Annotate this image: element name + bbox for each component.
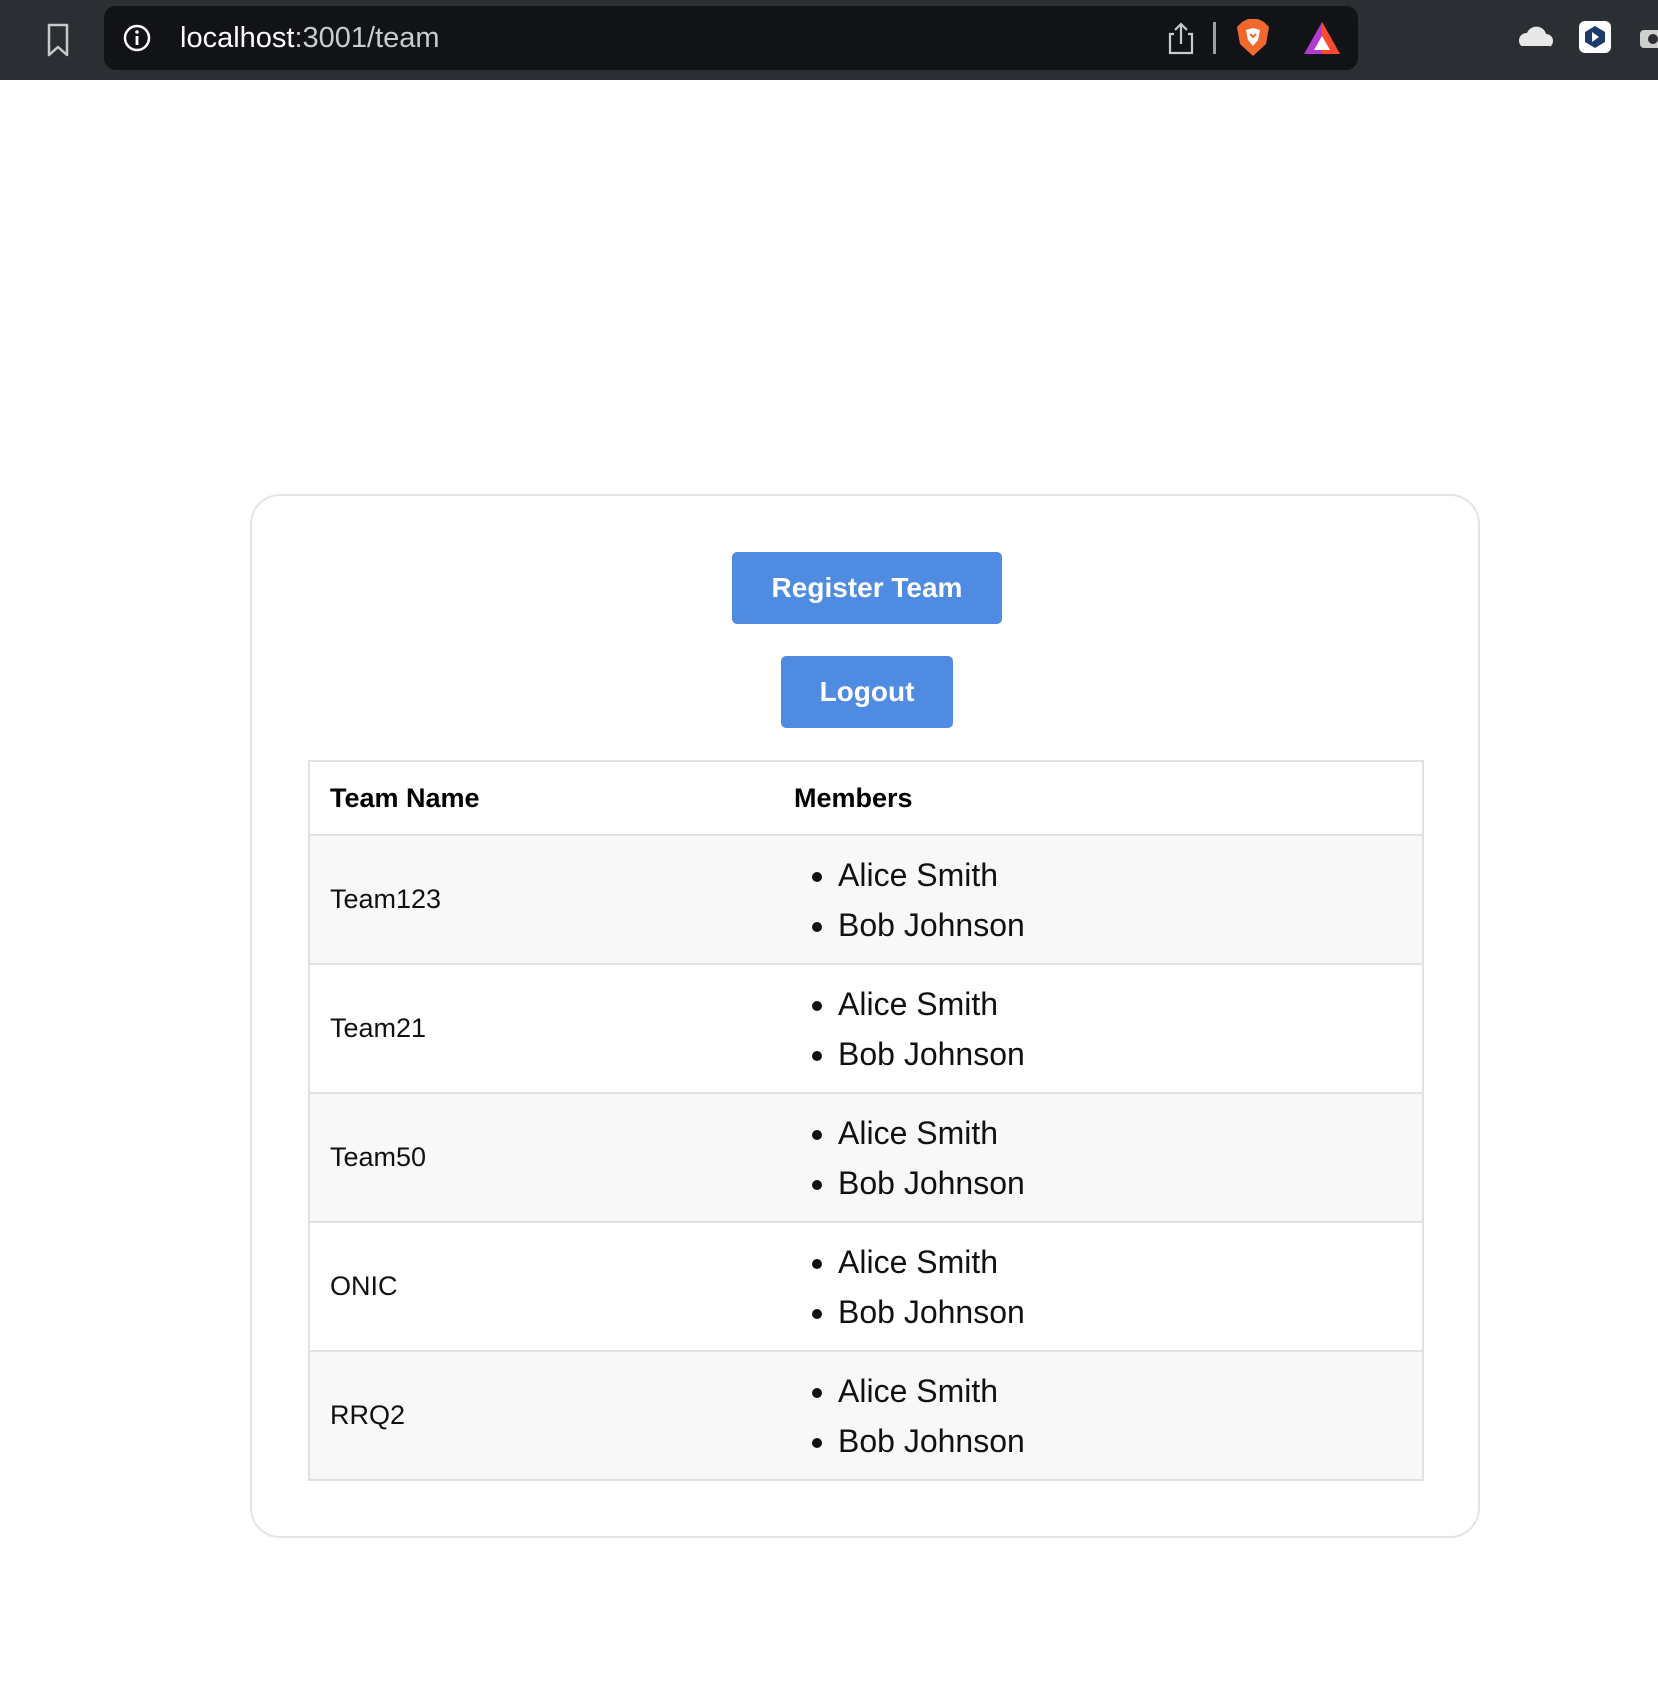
- table-row: Team50 Alice Smith Bob Johnson: [309, 1092, 1423, 1222]
- members-cell: Alice Smith Bob Johnson: [774, 1221, 1423, 1351]
- header-members: Members: [774, 760, 1423, 835]
- members-cell: Alice Smith Bob Johnson: [774, 1350, 1423, 1480]
- table-row: Team123 Alice Smith Bob Johnson: [309, 834, 1423, 964]
- share-icon[interactable]: [1166, 20, 1196, 56]
- logout-button[interactable]: Logout: [781, 656, 953, 728]
- members-list: Alice Smith Bob Johnson: [794, 1237, 1422, 1337]
- team-name-cell: Team123: [309, 834, 774, 964]
- table-row: RRQ2 Alice Smith Bob Johnson: [309, 1350, 1423, 1480]
- member-item: Bob Johnson: [838, 900, 1422, 950]
- site-info-icon[interactable]: [122, 23, 152, 53]
- cloud-extension-icon[interactable]: [1516, 22, 1554, 52]
- members-list: Alice Smith Bob Johnson: [794, 850, 1422, 950]
- register-team-button[interactable]: Register Team: [732, 552, 1002, 624]
- team-card: Register Team Logout Team Name Members T…: [250, 494, 1480, 1538]
- members-cell: Alice Smith Bob Johnson: [774, 834, 1423, 964]
- bookmark-icon[interactable]: [44, 22, 72, 58]
- members-cell: Alice Smith Bob Johnson: [774, 963, 1423, 1093]
- brave-shields-icon[interactable]: [1234, 18, 1272, 58]
- url-path: :3001/team: [294, 22, 440, 54]
- members-list: Alice Smith Bob Johnson: [794, 1108, 1422, 1208]
- table-header-row: Team Name Members: [309, 760, 1423, 835]
- team-name-cell: Team21: [309, 963, 774, 1093]
- header-team-name: Team Name: [309, 760, 774, 835]
- brave-rewards-icon[interactable]: [1302, 20, 1342, 56]
- member-item: Alice Smith: [838, 1366, 1422, 1416]
- extension-icon[interactable]: [1578, 20, 1612, 54]
- teams-table: Team Name Members Team123 Alice Smith Bo…: [308, 760, 1424, 1481]
- browser-toolbar: localhost:3001/team: [0, 0, 1658, 80]
- member-item: Bob Johnson: [838, 1416, 1422, 1466]
- address-bar-divider: [1213, 22, 1216, 54]
- member-item: Alice Smith: [838, 979, 1422, 1029]
- team-name-cell: Team50: [309, 1092, 774, 1222]
- member-item: Alice Smith: [838, 850, 1422, 900]
- address-bar[interactable]: localhost:3001/team: [104, 6, 1358, 70]
- url-text[interactable]: localhost:3001/team: [180, 20, 440, 56]
- member-item: Bob Johnson: [838, 1029, 1422, 1079]
- url-host: localhost: [180, 22, 295, 54]
- camera-extension-icon[interactable]: [1638, 22, 1658, 52]
- members-cell: Alice Smith Bob Johnson: [774, 1092, 1423, 1222]
- team-name-cell: RRQ2: [309, 1350, 774, 1480]
- team-name-cell: ONIC: [309, 1221, 774, 1351]
- member-item: Bob Johnson: [838, 1158, 1422, 1208]
- table-row: ONIC Alice Smith Bob Johnson: [309, 1221, 1423, 1351]
- member-item: Alice Smith: [838, 1237, 1422, 1287]
- member-item: Bob Johnson: [838, 1287, 1422, 1337]
- table-row: Team21 Alice Smith Bob Johnson: [309, 963, 1423, 1093]
- members-list: Alice Smith Bob Johnson: [794, 1366, 1422, 1466]
- member-item: Alice Smith: [838, 1108, 1422, 1158]
- members-list: Alice Smith Bob Johnson: [794, 979, 1422, 1079]
